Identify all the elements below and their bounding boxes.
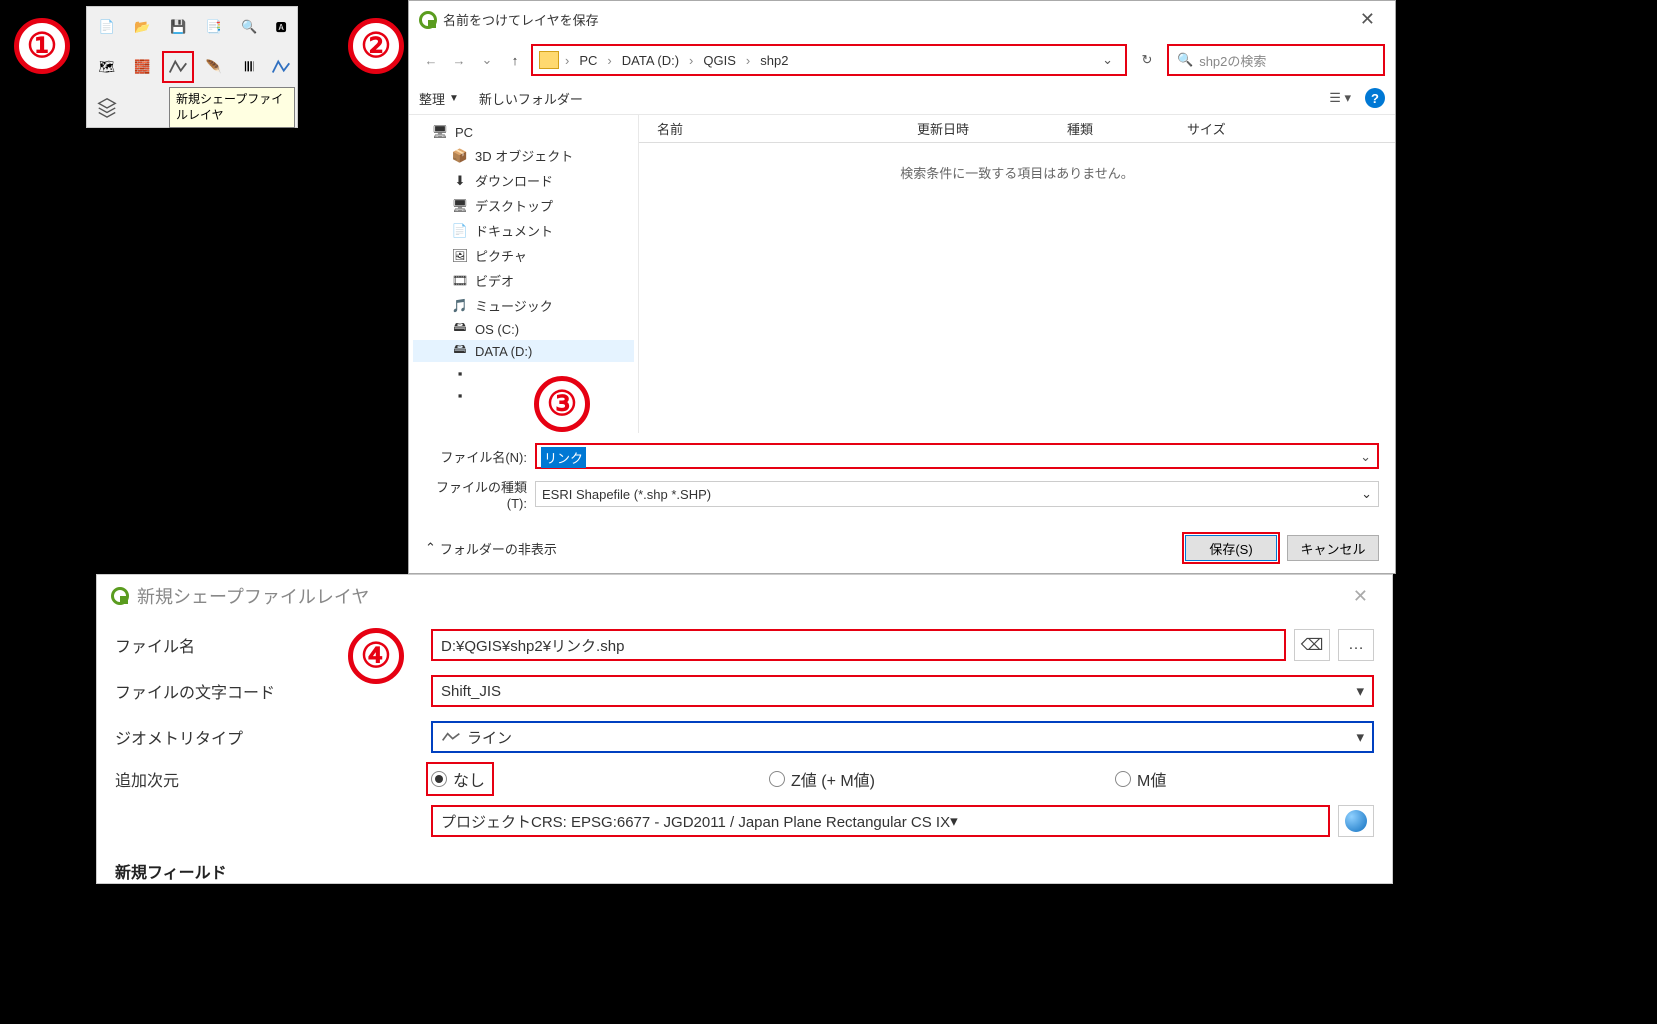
globe-icon bbox=[1345, 810, 1367, 832]
tree-desktop[interactable]: 🖥デスクトップ bbox=[413, 193, 634, 218]
radio-m[interactable]: M値 bbox=[1115, 767, 1166, 791]
toolbar-addvector-icon[interactable]: 🗺 bbox=[91, 51, 123, 83]
address-dropdown-icon[interactable]: ⌄ bbox=[1096, 52, 1119, 68]
close-button[interactable]: ✕ bbox=[1343, 584, 1378, 609]
toolbar-new-icon[interactable]: 📄 bbox=[91, 11, 123, 43]
search-box[interactable]: 🔍 shp2の検索 bbox=[1167, 44, 1385, 76]
radio-none[interactable]: なし bbox=[431, 767, 489, 791]
toolbar-preview-icon[interactable]: 🔍 bbox=[234, 11, 266, 43]
dimension-label: 追加次元 bbox=[115, 767, 431, 791]
toolbar-open-icon[interactable]: 📂 bbox=[127, 11, 159, 43]
toolbar-save-icon[interactable]: 💾 bbox=[162, 11, 194, 43]
filename-dropdown-icon[interactable]: ⌄ bbox=[1360, 449, 1371, 465]
help-icon[interactable]: ? bbox=[1365, 88, 1385, 108]
filetype-select[interactable]: ESRI Shapefile (*.shp *.SHP) ⌄ bbox=[535, 481, 1379, 507]
tree-music[interactable]: 🎵ミュージック bbox=[413, 293, 634, 318]
step-4-badge: ④ bbox=[348, 628, 404, 684]
tree-pc[interactable]: 🖥PC bbox=[413, 121, 634, 143]
col-type[interactable]: 種類 bbox=[1067, 119, 1187, 138]
geomtype-label: ジオメトリタイプ bbox=[115, 725, 431, 749]
tree-downloads[interactable]: ⬇ダウンロード bbox=[413, 168, 634, 193]
crumb-shp2[interactable]: shp2 bbox=[756, 51, 792, 70]
chevron-down-icon: ▾ bbox=[950, 812, 958, 830]
list-header: 名前 更新日時 種類 サイズ bbox=[639, 115, 1395, 143]
tree-osc[interactable]: 🖴OS (C:) bbox=[413, 318, 634, 340]
filetype-dropdown-icon[interactable]: ⌄ bbox=[1361, 486, 1372, 502]
new-shapefile-tooltip: 新規シェープファイルレイヤ bbox=[169, 87, 295, 128]
close-button[interactable]: ✕ bbox=[1350, 7, 1385, 32]
nav-tree: 🖥PC 📦3D オブジェクト ⬇ダウンロード 🖥デスクトップ 📄ドキュメント 🖼… bbox=[409, 115, 639, 433]
filetype-label: ファイルの種類(T): bbox=[425, 477, 535, 511]
tree-videos[interactable]: 🎞ビデオ bbox=[413, 268, 634, 293]
search-placeholder: shp2の検索 bbox=[1199, 51, 1266, 70]
new-field-section-header: 新規フィールド bbox=[115, 851, 1374, 883]
crs-picker-button[interactable] bbox=[1338, 805, 1374, 837]
toolbar-vector-icon[interactable] bbox=[269, 51, 293, 83]
hide-folders-toggle[interactable]: ⌃ フォルダーの非表示 bbox=[425, 539, 557, 558]
toolbar-addraster-icon[interactable]: 🧱 bbox=[127, 51, 159, 83]
qgis-icon bbox=[419, 11, 437, 29]
tree-pictures[interactable]: 🖼ピクチャ bbox=[413, 243, 634, 268]
qgis-icon bbox=[111, 587, 129, 605]
encoding-select[interactable]: Shift_JIS ▾ bbox=[431, 675, 1374, 707]
dialog-title: 名前をつけてレイヤを保存 bbox=[443, 10, 599, 29]
geomtype-value: ライン bbox=[467, 727, 512, 748]
save-layer-dialog: 名前をつけてレイヤを保存 ✕ ← → ⌄ ↑ › PC › DATA (D:) … bbox=[408, 0, 1396, 574]
save-button[interactable]: 保存(S) bbox=[1185, 535, 1277, 561]
filename-input[interactable]: D:¥QGIS¥shp2¥リンク.shp bbox=[431, 629, 1286, 661]
geomtype-select[interactable]: ライン ▾ bbox=[431, 721, 1374, 753]
toolbar-new-shapefile-icon[interactable] bbox=[162, 51, 194, 83]
step-3-badge: ③ bbox=[534, 376, 590, 432]
browse-button[interactable]: … bbox=[1338, 629, 1374, 661]
crs-select[interactable]: プロジェクトCRS: EPSG:6677 - JGD2011 / Japan P… bbox=[431, 805, 1330, 837]
filename-label: ファイル名(N): bbox=[425, 447, 535, 466]
toolbar-feather-icon[interactable]: 🪶 bbox=[198, 51, 230, 83]
step-2-badge: ② bbox=[348, 18, 404, 74]
filename-value: リンク bbox=[541, 447, 586, 468]
toolbar-text-icon[interactable]: 🅰 bbox=[269, 11, 293, 43]
crumb-pc[interactable]: PC bbox=[575, 51, 601, 70]
col-date[interactable]: 更新日時 bbox=[917, 119, 1067, 138]
tree-drive2[interactable]: ▪ bbox=[413, 384, 634, 406]
col-size[interactable]: サイズ bbox=[1187, 119, 1377, 138]
refresh-icon[interactable]: ↻ bbox=[1131, 44, 1163, 76]
col-name[interactable]: 名前 bbox=[657, 119, 917, 138]
crs-value: プロジェクトCRS: EPSG:6677 - JGD2011 / Japan P… bbox=[441, 811, 950, 832]
filename-input[interactable]: リンク ⌄ bbox=[535, 443, 1379, 469]
crumb-data[interactable]: DATA (D:) bbox=[618, 51, 683, 70]
tree-documents[interactable]: 📄ドキュメント bbox=[413, 218, 634, 243]
organize-button[interactable]: 整理▼ bbox=[419, 89, 459, 108]
chevron-up-icon: ⌃ bbox=[425, 540, 436, 556]
radio-z[interactable]: Z値 (+ M値) bbox=[769, 767, 875, 791]
nav-back-icon[interactable]: ← bbox=[419, 48, 443, 72]
tree-drive1[interactable]: ▪ bbox=[413, 362, 634, 384]
tree-3dobjects[interactable]: 📦3D オブジェクト bbox=[413, 143, 634, 168]
cancel-button[interactable]: キャンセル bbox=[1287, 535, 1379, 561]
chevron-down-icon: ▾ bbox=[1356, 682, 1364, 700]
nav-recent-icon[interactable]: ⌄ bbox=[475, 48, 499, 72]
folder-icon bbox=[539, 51, 559, 69]
search-icon: 🔍 bbox=[1177, 52, 1193, 68]
nav-up-icon[interactable]: ↑ bbox=[503, 48, 527, 72]
filename-value: D:¥QGIS¥shp2¥リンク.shp bbox=[441, 635, 624, 656]
toolbar-saveas-icon[interactable]: 📑 bbox=[198, 11, 230, 43]
filetype-value: ESRI Shapefile (*.shp *.SHP) bbox=[542, 487, 711, 502]
nav-forward-icon: → bbox=[447, 48, 471, 72]
view-options-icon[interactable]: ☰ ▾ bbox=[1329, 90, 1351, 106]
address-bar[interactable]: › PC › DATA (D:) › QGIS › shp2 ⌄ bbox=[531, 44, 1127, 76]
empty-message: 検索条件に一致する項目はありません。 bbox=[639, 143, 1395, 202]
chevron-down-icon: ▾ bbox=[1356, 728, 1364, 746]
toolbar-barcode-icon[interactable]: 𝄃𝄃𝄃 bbox=[233, 51, 265, 83]
new-folder-button[interactable]: 新しいフォルダー bbox=[479, 89, 583, 108]
encoding-value: Shift_JIS bbox=[441, 683, 501, 700]
crumb-qgis[interactable]: QGIS bbox=[699, 51, 740, 70]
step-1-badge: ① bbox=[14, 18, 70, 74]
toolbar-layers-icon[interactable] bbox=[91, 91, 123, 123]
clear-filename-icon[interactable]: ⌫ bbox=[1294, 629, 1330, 661]
new-shapefile-layer-dialog: 新規シェープファイルレイヤ ✕ ファイル名 D:¥QGIS¥shp2¥リンク.s… bbox=[96, 574, 1393, 884]
tree-datad[interactable]: 🖴DATA (D:) bbox=[413, 340, 634, 362]
dialog4-title: 新規シェープファイルレイヤ bbox=[137, 583, 369, 609]
